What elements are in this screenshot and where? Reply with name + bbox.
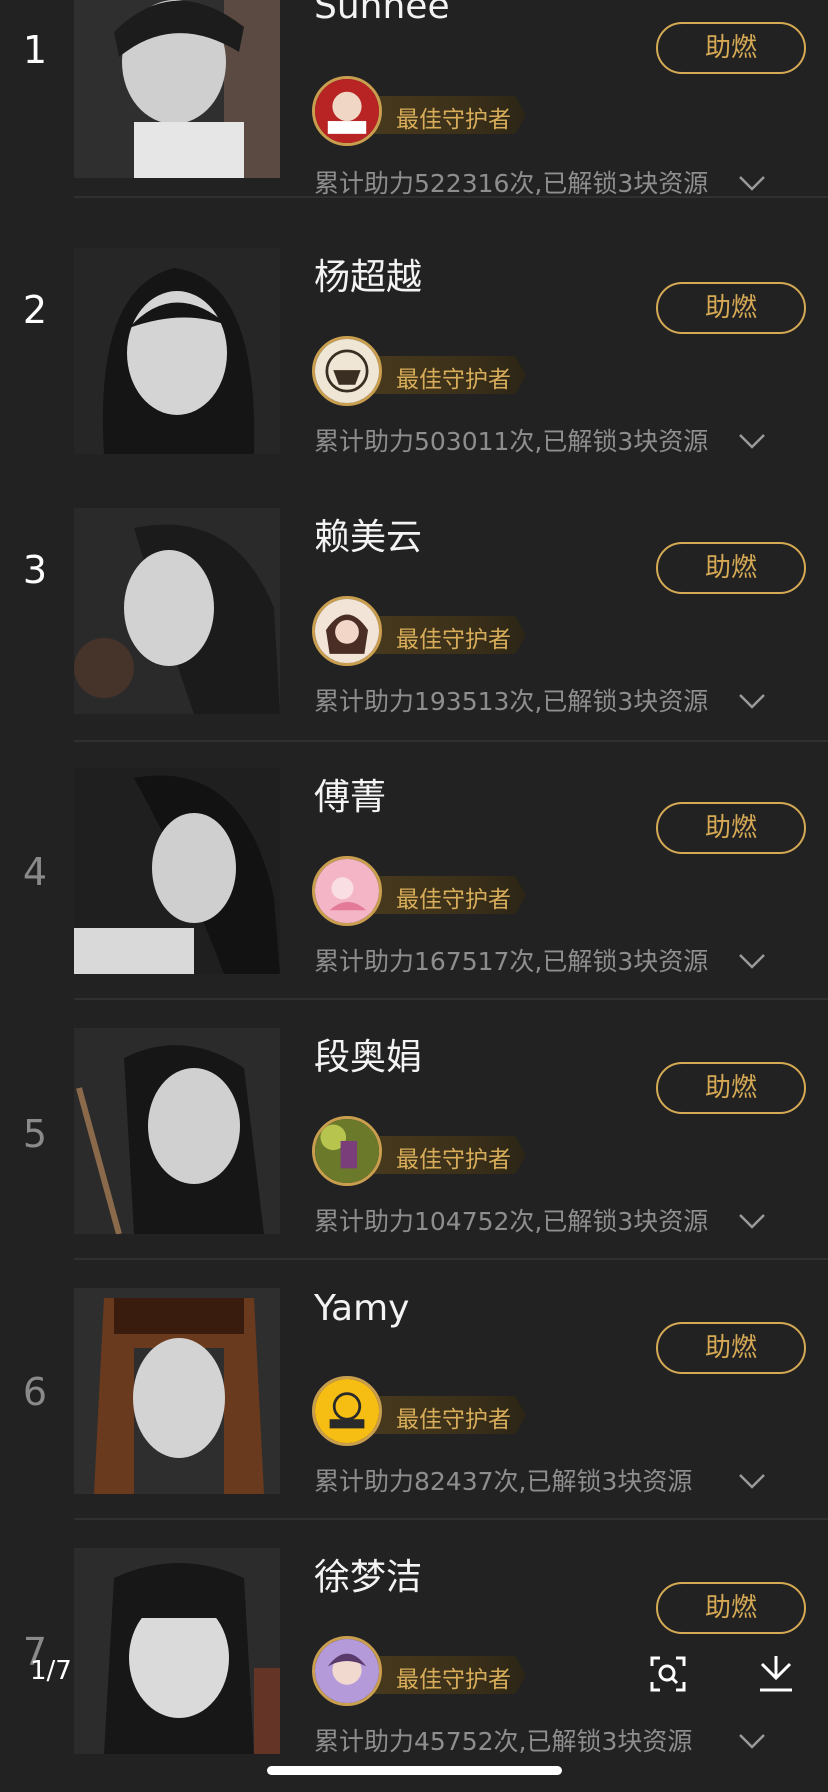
boost-button[interactable]: 助燃 bbox=[656, 542, 806, 594]
member-photo[interactable] bbox=[74, 1028, 280, 1234]
guardian-badge[interactable]: 最佳守护者 bbox=[312, 1116, 532, 1190]
guardian-avatar bbox=[312, 856, 382, 926]
boost-button[interactable]: 助燃 bbox=[656, 802, 806, 854]
chevron-down-icon[interactable] bbox=[738, 1732, 766, 1750]
guardian-avatar bbox=[312, 596, 382, 666]
chevron-down-icon[interactable] bbox=[738, 432, 766, 450]
guardian-label: 最佳守护者 bbox=[396, 367, 511, 393]
divider bbox=[74, 740, 828, 742]
list-item[interactable]: 7 徐梦洁 助燃 最佳守护者 累计助力45752次,已解锁3块资源 bbox=[0, 1496, 828, 1756]
list-item[interactable]: 4 傅菁 助燃 最佳守护者 累计助力167517次,已解锁3块资源 bbox=[0, 716, 828, 976]
guardian-badge[interactable]: 最佳守护者 bbox=[312, 76, 532, 150]
boost-stats: 累计助力167517次,已解锁3块资源 bbox=[314, 947, 709, 976]
rank-number: 3 bbox=[22, 548, 48, 592]
chevron-down-icon[interactable] bbox=[738, 952, 766, 970]
guardian-avatar bbox=[312, 76, 382, 146]
guardian-badge[interactable]: 最佳守护者 bbox=[312, 596, 532, 670]
divider bbox=[74, 196, 828, 198]
boost-stats: 累计助力503011次,已解锁3块资源 bbox=[314, 427, 709, 456]
guardian-badge[interactable]: 最佳守护者 bbox=[312, 1636, 532, 1710]
member-photo[interactable] bbox=[74, 0, 280, 178]
rank-number: 4 bbox=[22, 850, 48, 894]
list-item[interactable]: 6 Yamy 助燃 最佳守护者 累计助力82437次,已解锁3块资源 bbox=[0, 1236, 828, 1496]
guardian-label: 最佳守护者 bbox=[396, 107, 511, 133]
boost-stats: 累计助力45752次,已解锁3块资源 bbox=[314, 1727, 693, 1756]
divider bbox=[74, 1258, 828, 1260]
member-name: Yamy bbox=[314, 1288, 410, 1329]
rank-number: 5 bbox=[22, 1112, 48, 1156]
boost-button[interactable]: 助燃 bbox=[656, 1322, 806, 1374]
chevron-down-icon[interactable] bbox=[738, 1212, 766, 1230]
member-photo[interactable] bbox=[74, 768, 280, 974]
boost-button[interactable]: 助燃 bbox=[656, 22, 806, 74]
member-name: 杨超越 bbox=[314, 257, 423, 298]
member-name: 段奥娟 bbox=[314, 1037, 423, 1078]
download-icon[interactable] bbox=[754, 1652, 798, 1696]
guardian-badge[interactable]: 最佳守护者 bbox=[312, 336, 532, 410]
member-photo[interactable] bbox=[74, 1288, 280, 1494]
list-item[interactable]: 5 段奥娟 助燃 最佳守护者 累计助力104752次,已解锁3块资源 bbox=[0, 976, 828, 1236]
list-item[interactable]: 1 Sunnee 助燃 最佳守护者 累计助力522316次,已解锁3块资源 bbox=[0, 0, 828, 198]
rank-number: 1 bbox=[22, 28, 48, 72]
member-name: Sunnee bbox=[314, 0, 450, 27]
guardian-label: 最佳守护者 bbox=[396, 627, 511, 653]
member-photo[interactable] bbox=[74, 248, 280, 454]
chevron-down-icon[interactable] bbox=[738, 692, 766, 710]
divider bbox=[74, 1518, 828, 1520]
boost-button[interactable]: 助燃 bbox=[656, 1062, 806, 1114]
boost-button[interactable]: 助燃 bbox=[656, 1582, 806, 1634]
guardian-label: 最佳守护者 bbox=[396, 1407, 511, 1433]
guardian-badge[interactable]: 最佳守护者 bbox=[312, 856, 532, 930]
guardian-label: 最佳守护者 bbox=[396, 887, 511, 913]
member-photo[interactable] bbox=[74, 1548, 280, 1754]
boost-button[interactable]: 助燃 bbox=[656, 282, 806, 334]
guardian-avatar bbox=[312, 336, 382, 406]
home-indicator[interactable] bbox=[267, 1766, 562, 1775]
chevron-down-icon[interactable] bbox=[738, 1472, 766, 1490]
member-name: 赖美云 bbox=[314, 517, 423, 558]
rank-number: 2 bbox=[22, 288, 48, 332]
member-name: 徐梦洁 bbox=[314, 1557, 423, 1598]
page-indicator: 1/7 bbox=[30, 1656, 72, 1686]
boost-stats: 累计助力82437次,已解锁3块资源 bbox=[314, 1467, 693, 1496]
boost-stats: 累计助力104752次,已解锁3块资源 bbox=[314, 1207, 709, 1236]
image-search-icon[interactable] bbox=[646, 1652, 690, 1696]
guardian-label: 最佳守护者 bbox=[396, 1667, 511, 1693]
list-item[interactable]: 3 赖美云 助燃 最佳守护者 累计助力193513次,已解锁3块资源 bbox=[0, 456, 828, 716]
guardian-label: 最佳守护者 bbox=[396, 1147, 511, 1173]
divider bbox=[74, 998, 828, 1000]
list-item[interactable]: 2 杨超越 助燃 最佳守护者 累计助力503011次,已解锁3块资源 bbox=[0, 196, 828, 456]
guardian-badge[interactable]: 最佳守护者 bbox=[312, 1376, 532, 1450]
boost-stats: 累计助力522316次,已解锁3块资源 bbox=[314, 169, 709, 198]
chevron-down-icon[interactable] bbox=[738, 174, 766, 192]
guardian-avatar bbox=[312, 1116, 382, 1186]
boost-stats: 累计助力193513次,已解锁3块资源 bbox=[314, 687, 709, 716]
guardian-avatar bbox=[312, 1636, 382, 1706]
member-photo[interactable] bbox=[74, 508, 280, 714]
guardian-avatar bbox=[312, 1376, 382, 1446]
member-name: 傅菁 bbox=[314, 777, 387, 818]
rank-number: 6 bbox=[22, 1370, 48, 1414]
